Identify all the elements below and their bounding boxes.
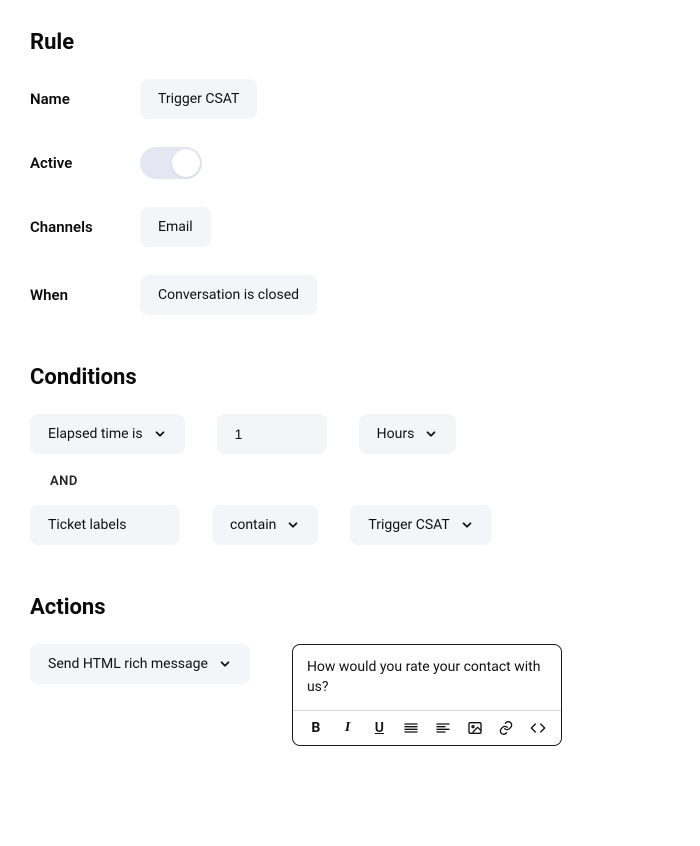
- active-toggle[interactable]: [140, 147, 202, 179]
- chevron-down-icon: [460, 518, 474, 532]
- align-left-icon[interactable]: [434, 719, 452, 737]
- action-row-1: Send HTML rich message How would you rat…: [30, 644, 670, 746]
- name-label: Name: [30, 90, 140, 108]
- condition-unit-label: Hours: [377, 426, 415, 442]
- condition-connector: AND: [50, 474, 670, 489]
- when-select[interactable]: Conversation is closed: [140, 275, 317, 315]
- italic-button[interactable]: I: [339, 719, 357, 737]
- active-row: Active: [30, 147, 670, 179]
- condition2-value-label: Trigger CSAT: [368, 517, 449, 533]
- condition-row-1: Elapsed time is Hours: [30, 414, 670, 454]
- chevron-down-icon: [286, 518, 300, 532]
- conditions-heading: Conditions: [30, 365, 670, 390]
- channels-row: Channels Email: [30, 207, 670, 247]
- chevron-down-icon: [424, 427, 438, 441]
- condition2-operator-label: contain: [230, 517, 276, 533]
- condition2-operator-select[interactable]: contain: [212, 505, 318, 545]
- condition2-field-label: Ticket labels: [48, 517, 126, 533]
- toggle-knob: [172, 149, 200, 177]
- name-row: Name Trigger CSAT: [30, 79, 670, 119]
- action-type-select[interactable]: Send HTML rich message: [30, 644, 250, 684]
- active-label: Active: [30, 154, 140, 172]
- condition2-field-select[interactable]: Ticket labels: [30, 505, 180, 545]
- condition-value-input[interactable]: [217, 414, 327, 454]
- channels-select[interactable]: Email: [140, 207, 211, 247]
- condition2-value-select[interactable]: Trigger CSAT: [350, 505, 491, 545]
- condition-unit-select[interactable]: Hours: [359, 414, 457, 454]
- condition-field-label: Elapsed time is: [48, 426, 143, 442]
- conditions-section: Conditions Elapsed time is Hours AND Tic…: [30, 365, 670, 545]
- underline-button[interactable]: U: [370, 719, 388, 737]
- name-input[interactable]: Trigger CSAT: [140, 79, 257, 119]
- actions-section: Actions Send HTML rich message How would…: [30, 595, 670, 746]
- chevron-down-icon: [218, 657, 232, 671]
- bold-button[interactable]: B: [307, 719, 325, 737]
- rich-text-content[interactable]: How would you rate your contact with us?: [293, 645, 561, 710]
- chevron-down-icon: [153, 427, 167, 441]
- align-justify-icon[interactable]: [402, 719, 420, 737]
- link-icon[interactable]: [497, 719, 515, 737]
- rich-text-editor: How would you rate your contact with us?…: [292, 644, 562, 746]
- rich-text-toolbar: B I U: [293, 710, 561, 745]
- image-icon[interactable]: [466, 719, 484, 737]
- channels-label: Channels: [30, 218, 140, 236]
- when-row: When Conversation is closed: [30, 275, 670, 315]
- action-type-label: Send HTML rich message: [48, 656, 208, 672]
- actions-heading: Actions: [30, 595, 670, 620]
- when-label: When: [30, 286, 140, 304]
- rule-heading: Rule: [30, 30, 670, 55]
- condition-field-select[interactable]: Elapsed time is: [30, 414, 185, 454]
- condition-row-2: Ticket labels contain Trigger CSAT: [30, 505, 670, 545]
- code-icon[interactable]: [529, 719, 547, 737]
